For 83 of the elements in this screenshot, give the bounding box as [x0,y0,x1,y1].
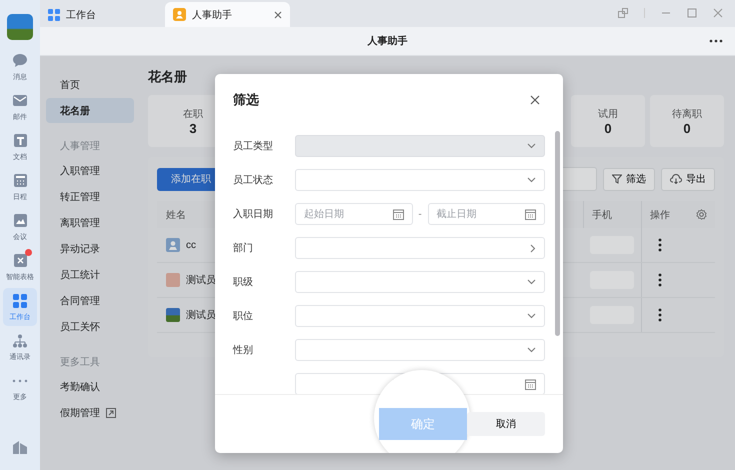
scrollbar[interactable] [555,131,560,336]
avatar-photo-placeholder [166,273,180,287]
more-dots-icon [12,378,28,382]
close-icon[interactable] [274,10,282,18]
nav-item[interactable]: 合同管理 [46,288,134,313]
stat-value: 0 [604,120,612,136]
column-header: 手机 [583,201,641,228]
nav-item[interactable]: 首页 [46,72,134,97]
chevron-down-icon [527,279,536,285]
grid-icon [12,292,28,308]
calendar-icon [525,378,536,390]
nav-item[interactable]: 花名册 [46,98,134,123]
dialog-title: 筛选 [233,91,259,109]
chevron-down-icon [527,347,536,353]
column-header: 操作 [641,201,715,228]
stat-value: 0 [683,120,691,136]
nav-section-title: 人事管理 [59,140,101,153]
more-vertical-icon[interactable] [658,308,662,322]
funnel-icon [612,174,622,184]
dropdown-field[interactable] [295,339,545,361]
calendar-icon [12,173,28,188]
stat-value: 3 [189,120,197,136]
field-label: 部门 [233,243,253,254]
document-icon [12,133,28,148]
nav-item[interactable]: 离职管理 [46,210,134,235]
stat-label: 试用 [598,108,618,120]
cancel-button[interactable]: 取消 [467,412,545,436]
nav-item[interactable]: 入职管理 [46,158,134,183]
building-icon[interactable] [12,440,28,454]
maximize-icon[interactable] [687,8,697,18]
dropdown-field[interactable] [295,271,545,293]
chevron-down-icon [527,313,536,319]
nav-item[interactable]: 员工统计 [46,262,134,287]
more-icon[interactable] [709,39,723,43]
employee-name: 测试员 [186,274,216,287]
avatar-photo-placeholder [166,308,180,322]
nav-item[interactable]: 员工关怀 [46,314,134,339]
dropdown-field[interactable] [295,305,545,327]
chevron-down-icon [527,177,536,183]
app-title: 人事助手 [368,34,408,48]
page-title: 花名册 [148,68,188,84]
chevron-down-icon [527,143,536,149]
nav-section-title: 更多工具 [59,356,101,369]
dropdown-field[interactable] [295,169,545,191]
person-icon [173,8,186,21]
org-chart-icon [12,334,28,348]
pin-window-icon[interactable] [618,8,628,18]
avatar-photo-placeholder[interactable] [7,14,33,40]
nav-item[interactable]: 假期管理 [46,400,134,425]
column-header: 姓名 [165,208,186,222]
grid-icon [48,8,60,20]
field-label: 员工类型 [233,141,273,152]
chat-bubble-icon [12,53,28,68]
mail-icon [12,94,28,107]
range-separator: - [417,208,423,220]
close-icon[interactable] [530,95,540,105]
calendar-icon [392,208,404,220]
export-button[interactable]: 导出 [661,168,715,190]
stat-label: 在职 [183,108,203,120]
employee-name: 测试员 [186,308,216,322]
calendar-icon [525,208,536,220]
table-icon [12,253,28,268]
employee-name: cc [186,240,196,250]
field-label: 员工状态 [233,175,273,186]
filter-button[interactable]: 筛选 [603,168,655,190]
default-avatar-icon [166,238,180,252]
field-label: 性别 [233,345,253,356]
dropdown-field[interactable] [295,237,545,259]
meeting-icon [12,213,28,228]
more-vertical-icon[interactable] [658,273,662,287]
nav-item[interactable]: 异动记录 [46,236,134,261]
field-label: 入职日期 [233,209,273,220]
app-tab[interactable]: 工作台 [40,2,165,27]
stat-label: 待离职 [672,108,702,120]
chevron-right-icon [530,244,536,252]
more-vertical-icon[interactable] [658,238,662,252]
nav-item[interactable]: 考勤确认 [46,374,134,399]
nav-item[interactable]: 转正管理 [46,184,134,209]
field-label: 职级 [233,277,253,288]
field-label: 职位 [233,311,253,322]
cloud-download-icon [670,174,682,184]
app-tab[interactable]: 人事助手 [165,2,290,27]
settings-icon[interactable] [696,209,707,220]
